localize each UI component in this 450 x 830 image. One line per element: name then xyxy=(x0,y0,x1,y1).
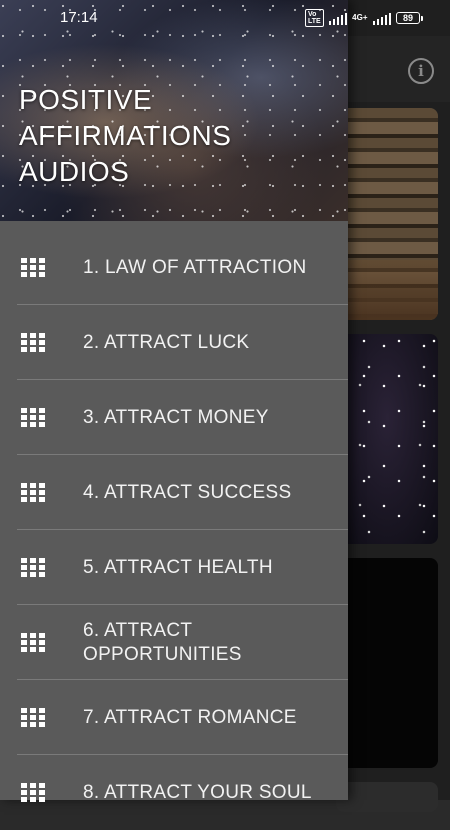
signal-icon-2 xyxy=(372,12,391,25)
dark-card[interactable] xyxy=(336,558,438,768)
signal-icon xyxy=(328,12,348,25)
grid-icon xyxy=(21,783,45,802)
drawer-title: POSITIVE AFFIRMATIONS AUDIOS xyxy=(19,84,232,187)
menu-item-label: 3. ATTRACT MONEY xyxy=(83,406,269,428)
battery-icon: 89 xyxy=(396,12,423,24)
grid-icon xyxy=(21,333,45,352)
menu-item-label: 5. ATTRACT HEALTH xyxy=(83,556,273,578)
menu-item-attract-romance[interactable]: 7. ATTRACT ROMANCE xyxy=(0,680,348,755)
menu-item-label: 8. ATTRACT YOUR SOUL xyxy=(83,781,312,803)
grid-icon xyxy=(21,483,45,502)
network-type: 4G+ xyxy=(352,13,368,22)
grid-icon xyxy=(21,708,45,727)
status-icons: Vo LTE 4G+ 89 xyxy=(304,9,423,27)
menu-item-attract-opportunities[interactable]: 6. ATTRACT OPPORTUNITIES xyxy=(0,605,348,680)
menu-item-label: 2. ATTRACT LUCK xyxy=(83,331,250,353)
grid-icon xyxy=(21,558,45,577)
menu-item-attract-your-soul[interactable]: 8. ATTRACT YOUR SOUL xyxy=(0,755,348,830)
grid-icon xyxy=(21,408,45,427)
menu-item-attract-success[interactable]: 4. ATTRACT SUCCESS xyxy=(0,455,348,530)
grid-icon xyxy=(21,633,45,652)
menu-item-label: 1. LAW OF ATTRACTION xyxy=(83,256,307,278)
grid-icon xyxy=(21,258,45,277)
menu-item-law-of-attraction[interactable]: 1. LAW OF ATTRACTION xyxy=(0,230,348,305)
bottom-card[interactable] xyxy=(336,782,438,812)
menu-item-label: 4. ATTRACT SUCCESS xyxy=(83,481,292,503)
status-bar: 17:14 Vo LTE 4G+ 89 xyxy=(0,0,450,36)
battery-level: 89 xyxy=(402,13,413,23)
books-card[interactable] xyxy=(336,108,438,320)
menu-item-attract-health[interactable]: 5. ATTRACT HEALTH xyxy=(0,530,348,605)
navigation-drawer: POSITIVE AFFIRMATIONS AUDIOS 1. LAW OF A… xyxy=(0,0,348,803)
volte-icon: Vo LTE xyxy=(304,9,324,27)
menu-item-label: 7. ATTRACT ROMANCE xyxy=(83,706,297,728)
drawer-menu: 1. LAW OF ATTRACTION 2. ATTRACT LUCK 3. … xyxy=(0,230,348,830)
menu-item-attract-money[interactable]: 3. ATTRACT MONEY xyxy=(0,380,348,455)
menu-item-label: 6. ATTRACT OPPORTUNITIES xyxy=(83,619,242,665)
stars-card[interactable] xyxy=(336,334,438,544)
menu-item-attract-luck[interactable]: 2. ATTRACT LUCK xyxy=(0,305,348,380)
info-icon[interactable]: i xyxy=(408,58,434,84)
status-time: 17:14 xyxy=(60,9,98,26)
